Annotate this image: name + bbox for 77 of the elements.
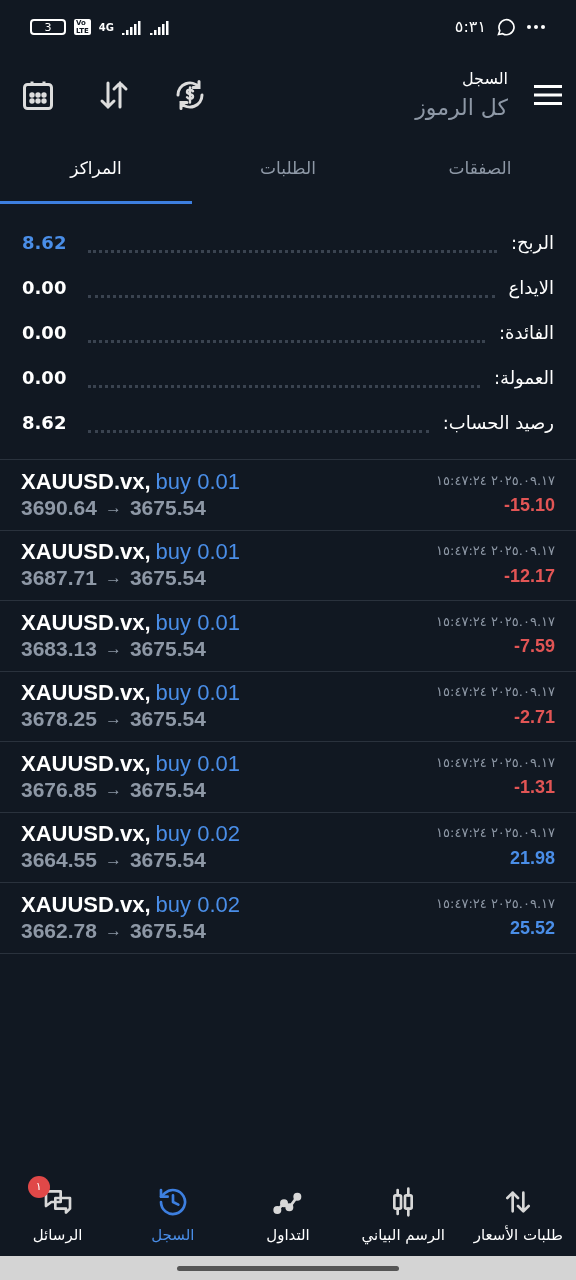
open-price: 3683.13 [21, 635, 97, 662]
nav-item[interactable]: طلبات الأسعار [460, 1174, 576, 1247]
close-price: 3675.54 [129, 635, 206, 662]
close-price: 3675.54 [129, 847, 206, 874]
position-time: ٢٠٢٥.٠٩.١٧ ١٥:٤٧:٢٤ [436, 753, 555, 772]
nav-item[interactable]: الرسم البياني [345, 1174, 461, 1247]
open-price: 3678.25 [21, 706, 97, 733]
tab[interactable]: الطلبات [192, 136, 384, 204]
open-price: 3664.55 [21, 847, 97, 874]
open-price: 3676.85 [21, 776, 97, 803]
arrow-glyph: → [104, 708, 122, 731]
profit-value: -7.59 [513, 635, 555, 658]
close-price: 3675.54 [129, 706, 206, 733]
nav-item[interactable]: ١ الرسائل [0, 1174, 116, 1247]
summary-value: 0.00 [22, 321, 68, 345]
symbol-name: XAUUSD.vx, [21, 891, 151, 918]
status-time: ٥:٣١ [454, 16, 486, 38]
arrow-glyph: → [104, 919, 122, 942]
close-price: 3675.54 [129, 917, 206, 944]
position-time: ٢٠٢٥.٠٩.١٧ ١٥:٤٧:٢٤ [436, 894, 555, 913]
summary-label: الفائدة: [498, 321, 554, 345]
profit-value: -1.31 [513, 776, 555, 799]
order-side: buy 0.01 [155, 750, 240, 777]
menu-icon[interactable] [534, 84, 562, 106]
nav-item[interactable]: التداول [230, 1174, 346, 1247]
symbol-name: XAUUSD.vx, [21, 609, 151, 636]
order-side: buy 0.02 [155, 891, 240, 918]
summary-value: 8.62 [22, 411, 68, 435]
symbol-name: XAUUSD.vx, [21, 539, 151, 566]
summary-value: 8.62 [22, 231, 68, 255]
arrow-glyph: → [104, 496, 122, 519]
screen-title: السجل [461, 67, 508, 90]
profit-value: -15.10 [503, 494, 555, 517]
unread-badge: ١ [27, 1176, 50, 1199]
position-time: ٢٠٢٥.٠٩.١٧ ١٥:٤٧:٢٤ [436, 683, 555, 701]
symbol-name: XAUUSD.vx, [21, 821, 151, 848]
close-price: 3675.54 [129, 776, 206, 803]
order-side: buy 0.02 [155, 821, 240, 848]
network-label: 4G [98, 20, 115, 35]
position-time: ٢٠٢٥.٠٩.١٧ ١٥:٤٧:٢٤ [436, 824, 555, 842]
symbol-name: XAUUSD.vx, [21, 680, 151, 707]
symbol-name: XAUUSD.vx, [21, 468, 151, 495]
order-side: buy 0.01 [155, 468, 240, 495]
profit-value: -12.17 [503, 564, 555, 588]
whatsapp-icon [496, 17, 516, 37]
summary-value: 0.00 [22, 276, 68, 300]
symbol-name: XAUUSD.vx, [21, 750, 151, 777]
summary-label: الربح: [510, 231, 554, 256]
tab[interactable]: المراكز [0, 136, 192, 204]
summary-label: العمولة: [493, 366, 554, 391]
order-side: buy 0.01 [155, 539, 240, 566]
open-price: 3687.71 [21, 565, 97, 592]
close-price: 3675.54 [129, 565, 206, 592]
tab[interactable]: الصفقات [384, 136, 576, 204]
profit-value: 21.98 [509, 846, 555, 870]
position-time: ٢٠٢٥.٠٩.١٧ ١٥:٤٧:٢٤ [436, 542, 555, 560]
open-price: 3662.78 [21, 917, 97, 944]
home-indicator[interactable] [177, 1265, 399, 1271]
nav-item[interactable]: السجل [115, 1174, 231, 1247]
summary-label: الايداع [508, 276, 554, 301]
profit-value: 25.52 [509, 917, 555, 940]
more-icon [526, 24, 546, 30]
order-side: buy 0.01 [155, 609, 240, 636]
battery-icon: 3 [30, 19, 66, 35]
position-time: ٢٠٢٥.٠٩.١٧ ١٥:٤٧:٢٤ [436, 612, 555, 631]
arrow-glyph: → [104, 778, 122, 801]
order-side: buy 0.01 [155, 680, 240, 707]
position-time: ٢٠٢٥.٠٩.١٧ ١٥:٤٧:٢٤ [436, 471, 555, 490]
summary-value: 0.00 [22, 366, 68, 390]
open-price: 3690.64 [21, 494, 97, 521]
arrow-glyph: → [104, 849, 122, 872]
close-price: 3675.54 [129, 494, 206, 521]
arrow-glyph: → [104, 567, 122, 590]
profit-value: -2.71 [513, 705, 555, 729]
summary-label: رصيد الحساب: [442, 411, 554, 435]
symbol-filter[interactable]: كل الرموز [415, 90, 508, 124]
arrow-glyph: → [104, 637, 122, 660]
